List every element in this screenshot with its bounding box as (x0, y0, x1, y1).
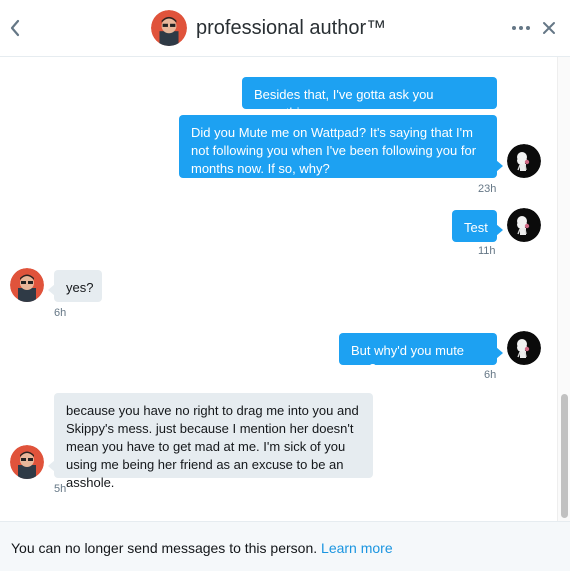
message-text: Test (464, 220, 488, 235)
scrollbar-thumb[interactable] (561, 394, 568, 518)
message-timestamp: 5h (54, 483, 67, 495)
avatar (507, 208, 541, 242)
conversation-header: professional author™ (0, 0, 570, 57)
close-icon (543, 22, 555, 34)
message-list[interactable]: Besides that, I've gotta ask you somethi… (0, 57, 556, 521)
avatar (507, 144, 541, 178)
back-button[interactable] (4, 14, 26, 42)
conversation-title-group[interactable]: professional author™ (151, 10, 386, 46)
close-button[interactable] (538, 17, 560, 39)
message-timestamp: 11h (478, 245, 496, 257)
message-bubble-outgoing[interactable]: Did you Mute me on Wattpad? It's saying … (179, 115, 503, 178)
message-timestamp: 23h (478, 183, 497, 195)
message-bubble-outgoing[interactable]: Test (452, 210, 503, 242)
message-text: Did you Mute me on Wattpad? It's saying … (191, 125, 477, 176)
more-options-button[interactable] (510, 18, 532, 38)
avatar (507, 331, 541, 365)
message-bubble-outgoing[interactable]: Besides that, I've gotta ask you somethi… (242, 77, 497, 120)
message-bubble-incoming[interactable]: because you have no right to drag me int… (48, 393, 373, 490)
notice-text: You can no longer send messages to this … (11, 540, 318, 556)
notice-row: You can no longer send messages to this … (11, 540, 393, 556)
avatar (151, 10, 187, 46)
scrollbar[interactable] (557, 57, 570, 521)
composer-disabled-notice: You can no longer send messages to this … (0, 521, 570, 571)
chevron-left-icon (10, 19, 20, 37)
message-text: because you have no right to drag me int… (66, 403, 359, 490)
message-timestamp: 6h (484, 369, 497, 381)
message-bubble-incoming[interactable]: yes? (48, 270, 102, 302)
message-bubble-outgoing[interactable]: But why'd you mute me? (339, 333, 503, 376)
avatar (10, 445, 44, 479)
message-timestamp: 6h (54, 307, 67, 319)
avatar (10, 268, 44, 302)
page-title: professional author™ (196, 16, 387, 39)
message-text: yes? (66, 280, 94, 295)
more-horizontal-icon (512, 26, 530, 30)
learn-more-link[interactable]: Learn more (321, 540, 393, 556)
message-text: But why'd you mute me? (351, 343, 465, 376)
